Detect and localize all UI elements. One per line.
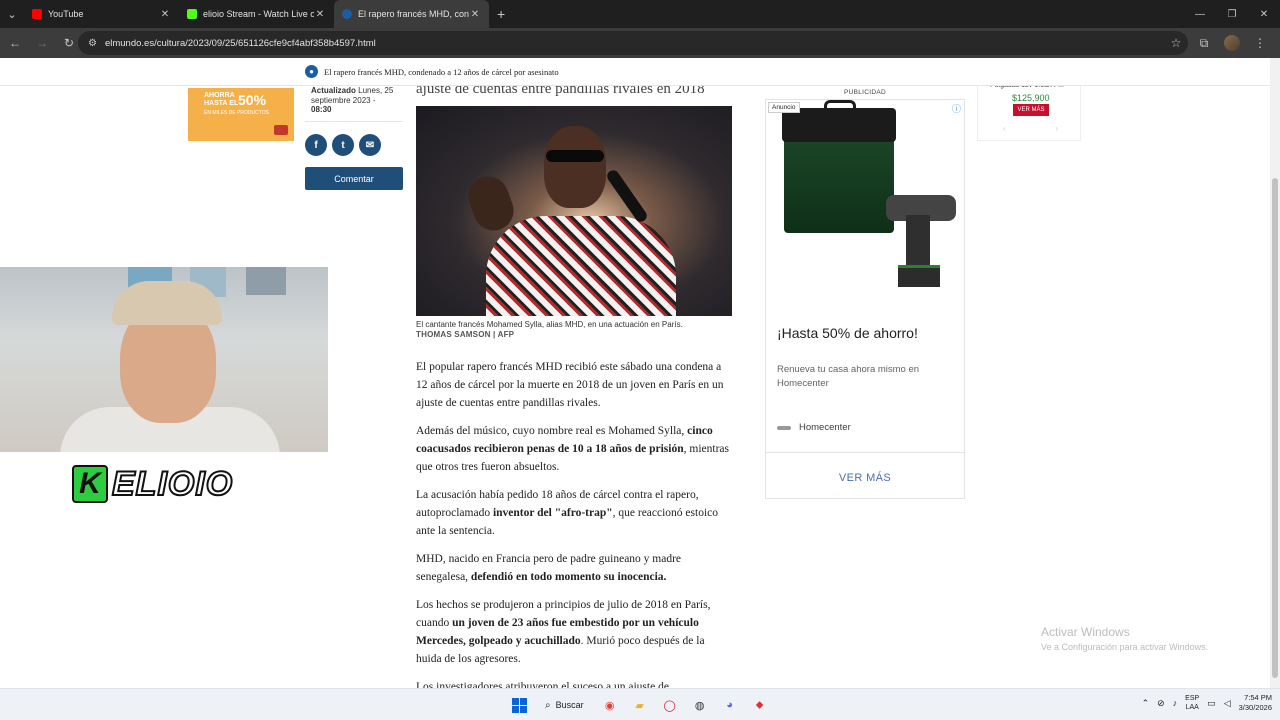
paragraph: La acusación había pedido 18 años de cár…: [416, 489, 719, 537]
ad-label: PUBLICIDAD: [843, 89, 886, 96]
menu-icon[interactable]: ⋮: [1246, 31, 1274, 55]
address-bar[interactable]: ⚙ elmundo.es/cultura/2023/09/25/651126cf…: [78, 31, 1188, 55]
tab-label: El rapero francés MHD, condena: [358, 9, 469, 19]
search-icon: ⌕: [545, 699, 551, 711]
minimize-icon[interactable]: —: [1184, 0, 1216, 28]
promo-text: AHORRA HASTA EL: [204, 92, 239, 107]
photo-credit: THOMAS SAMSON | AFP: [416, 329, 515, 339]
ad-headline: ¡Hasta 50% de ahorro!: [777, 325, 918, 341]
new-tab-icon[interactable]: +: [497, 6, 505, 22]
product-button[interactable]: VER MÁS: [1013, 104, 1049, 116]
paragraph: MHD, nacido en Francia pero de padre gui…: [416, 553, 682, 583]
forward-icon[interactable]: →: [30, 31, 54, 55]
display-ad[interactable]: Anuncio ⓘ ¡Hasta 50% de ahorro! Renueva …: [765, 99, 965, 499]
ad-badge: Anuncio: [768, 102, 800, 113]
restore-icon[interactable]: ❐: [1216, 0, 1248, 28]
kick-favicon-icon: [187, 9, 197, 19]
promo-percent: 50%: [238, 92, 267, 108]
twitter-icon[interactable]: t: [332, 134, 354, 156]
tab-youtube[interactable]: YouTube ✕: [24, 0, 179, 28]
window-controls: — ❐ ✕: [1184, 0, 1280, 28]
close-tab-icon[interactable]: ✕: [159, 9, 171, 20]
share-buttons: f t ✉: [305, 134, 381, 156]
promo-banner[interactable]: AHORRA HASTA EL 50% EN MILES DE PRODUCTOS: [188, 88, 294, 141]
chevron-right-icon[interactable]: ›: [1055, 124, 1058, 133]
paragraph: El popular rapero francés MHD recibió es…: [416, 361, 724, 409]
kick-logo-icon: K: [72, 465, 108, 503]
opera-icon[interactable]: ◯: [658, 693, 682, 717]
drill-image: [876, 195, 962, 295]
windows-start-icon[interactable]: [507, 693, 531, 717]
article-photo[interactable]: [416, 106, 732, 316]
profile-avatar[interactable]: [1218, 31, 1246, 55]
tab-label: YouTube: [48, 9, 84, 19]
ad-brand: Homecenter: [777, 422, 851, 433]
ad-cta-button[interactable]: VER MÁS: [766, 472, 964, 484]
obs-icon[interactable]: ◍: [688, 693, 712, 717]
tab-kick-stream[interactable]: elioio Stream - Watch Live on Ki ✕: [179, 0, 334, 28]
maps-pin-icon[interactable]: ⬥: [748, 693, 772, 717]
tray-chevron-icon[interactable]: ⌃: [1142, 698, 1150, 709]
webcam-overlay: [0, 267, 328, 452]
product-card[interactable]: Pulgadas 12v 1.5ah I-... $125,900 VER MÁ…: [977, 78, 1081, 141]
streamer-logo: K ELIOIO: [72, 462, 233, 506]
updated-info: Actualizado Lunes, 25 septiembre 2023 - …: [305, 86, 403, 122]
url-text: elmundo.es/cultura/2023/09/25/651126cfe9…: [104, 37, 376, 49]
tab-search-icon[interactable]: ⌄: [0, 0, 24, 28]
page-scrollbar[interactable]: [1270, 58, 1280, 688]
clock[interactable]: 7:54 PM 3/30/2026: [1239, 693, 1272, 713]
sticky-title: El rapero francés MHD, condenado a 12 añ…: [324, 66, 559, 77]
chrome-icon[interactable]: ◉: [598, 693, 622, 717]
divider: [766, 452, 964, 453]
ad-info-icon[interactable]: ⓘ: [952, 102, 961, 115]
close-tab-icon[interactable]: ✕: [314, 9, 326, 20]
taskbar-search[interactable]: ⌕ Buscar: [537, 693, 592, 717]
file-explorer-icon[interactable]: ▰: [628, 693, 652, 717]
browser-toolbar: ← → ↻ ⚙ elmundo.es/cultura/2023/09/25/65…: [0, 28, 1280, 58]
email-icon[interactable]: ✉: [359, 134, 381, 156]
paragraph: Los investigadores atribuyeron el suceso…: [416, 681, 669, 688]
volume-icon[interactable]: ◁: [1224, 698, 1231, 709]
activate-windows-watermark: Activar Windows Ve a Configuración para …: [1041, 625, 1209, 652]
photo-caption: El cantante francés Mohamed Sylla, alias…: [416, 320, 683, 339]
language-indicator[interactable]: ESP LAA: [1185, 694, 1199, 712]
paragraph: Además del músico, cuyo nombre real es M…: [416, 425, 729, 473]
tab-label: elioio Stream - Watch Live on Ki: [203, 9, 314, 19]
facebook-icon[interactable]: f: [305, 134, 327, 156]
product-price: $125,900: [1012, 93, 1050, 103]
chevron-left-icon[interactable]: ‹: [1003, 124, 1006, 133]
network-icon[interactable]: ⊘: [1157, 698, 1165, 709]
extensions-icon[interactable]: ⧉: [1190, 31, 1218, 55]
back-icon[interactable]: ←: [3, 31, 27, 55]
store-logo-icon: [274, 125, 288, 135]
tab-elmundo-article[interactable]: El rapero francés MHD, condena ✕: [334, 0, 489, 28]
browser-tab-bar: ⌄ YouTube ✕ elioio Stream - Watch Live o…: [0, 0, 1280, 28]
bookmark-star-icon[interactable]: ☆: [1162, 31, 1190, 55]
close-tab-icon[interactable]: ✕: [469, 9, 481, 20]
brand-logo-icon: [777, 425, 791, 430]
close-window-icon[interactable]: ✕: [1248, 0, 1280, 28]
article-body: El popular rapero francés MHD recibió es…: [416, 358, 732, 688]
windows-taskbar: ⌕ Buscar ◉ ▰ ◯ ◍ ◕ ⬥ ⌃ ⊘ ♪ ESP LAA ▭ ◁ 7:5…: [0, 688, 1280, 720]
streamer-name: ELIOIO: [111, 464, 234, 504]
site-info-icon[interactable]: ⚙: [88, 38, 97, 49]
sticky-article-header: ● El rapero francés MHD, condenado a 12 …: [0, 58, 1270, 86]
display-icon[interactable]: ▭: [1207, 698, 1216, 709]
web-page: ● El rapero francés MHD, condenado a 12 …: [0, 58, 1270, 688]
ad-description: Renueva tu casa ahora mismo en Homecente…: [777, 364, 920, 389]
discord-icon[interactable]: ◕: [718, 693, 742, 717]
system-tray: ⌃ ⊘ ♪ ESP LAA ▭ ◁ 7:54 PM 3/30/2026: [1142, 693, 1272, 713]
globe-icon: ●: [305, 65, 318, 78]
paragraph: Los hechos se produjeron a principios de…: [416, 599, 711, 665]
promo-subtext: EN MILES DE PRODUCTOS: [204, 110, 269, 116]
elmundo-favicon-icon: [342, 9, 352, 19]
youtube-favicon-icon: [32, 9, 42, 19]
microphone-icon[interactable]: ♪: [1173, 698, 1178, 708]
comment-button[interactable]: Comentar: [305, 167, 403, 190]
